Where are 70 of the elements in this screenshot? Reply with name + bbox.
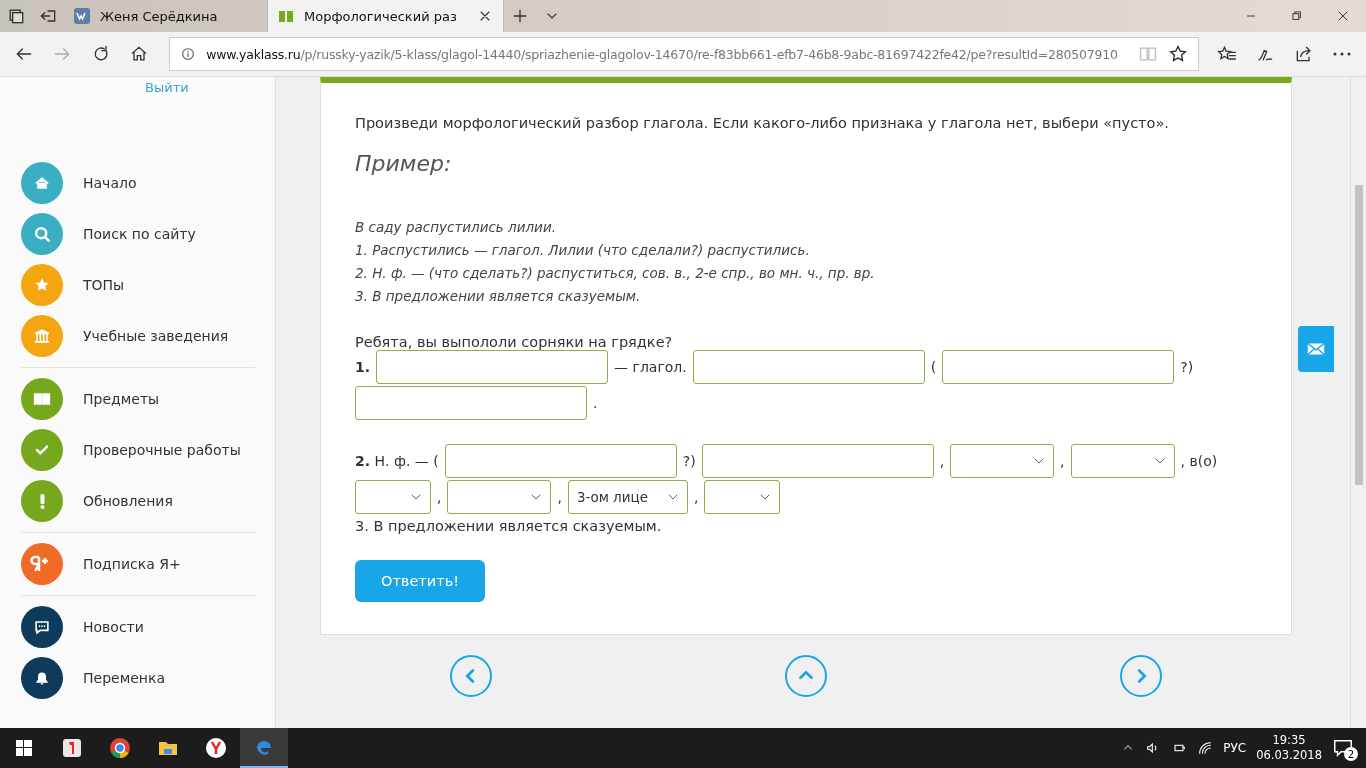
- answer-text: — глагол.: [614, 359, 687, 375]
- answer-text: , в(о): [1180, 453, 1218, 469]
- glyph: [32, 326, 52, 346]
- answer-text: 1.: [355, 359, 371, 375]
- address-bar[interactable]: www.yaklass.ru/p/russky-yazik/5-klass/glagol-14440/spriazhenie-glagolov-14670/re-f83bb661-efb7-46b8-9abc-81697422fe42/pe?resultId=280507910: [169, 37, 1199, 71]
- clock[interactable]: 19:35 06.03.2018: [1256, 733, 1322, 763]
- answer-dropdown[interactable]: [1070, 444, 1175, 478]
- more-icon: [1332, 52, 1351, 56]
- example-line: 1. Распустились — глагол. Лилии (что сделали?) распустились.: [355, 241, 811, 260]
- answer-text: ,: [693, 489, 699, 505]
- sidebar-item[interactable]: Учебные заведения: [21, 315, 255, 357]
- answer-text: (: [930, 359, 937, 375]
- sidebar-item[interactable]: ТОПы: [21, 264, 255, 306]
- next-button[interactable]: [1120, 655, 1162, 697]
- answer-sentence: 3. В предложении является сказуемым.: [355, 518, 663, 534]
- wifi-icon: [1197, 740, 1214, 756]
- answer-dropdown[interactable]: [355, 480, 431, 514]
- url-text: www.yaklass.ru/p/russky-yazik/5-klass/glagol-14440/spriazhenie-glagolov-14670/re-f83bb661-efb7-46b8-9abc-81697422fe42/pe?resultId=280507910: [206, 46, 1118, 62]
- previous-button[interactable]: [450, 655, 492, 697]
- sidebar-item[interactable]: Новости: [21, 606, 255, 648]
- sidebar-item[interactable]: Поиск по сайту: [21, 213, 255, 255]
- answer-field[interactable]: [701, 444, 934, 478]
- answer-field[interactable]: [355, 386, 587, 420]
- scrollbar[interactable]: [1350, 77, 1366, 728]
- answer-dropdown[interactable]: 3-ом лице: [567, 480, 688, 514]
- answer-field[interactable]: [376, 350, 609, 384]
- site-icon: [74, 8, 90, 24]
- answer-dropdown[interactable]: [704, 480, 781, 514]
- answer-text: ?): [1180, 359, 1194, 375]
- question-text: Ребята, вы выпололи сорняки на грядке?: [355, 334, 674, 350]
- answer-text: ,: [437, 489, 442, 505]
- sidebar-item[interactable]: Предметы: [21, 378, 255, 420]
- example-heading: Пример:: [355, 151, 453, 176]
- sidebar-item[interactable]: Подписка Я+: [21, 543, 255, 585]
- restore-icon: [1290, 9, 1304, 23]
- answer-text: ,: [557, 489, 562, 505]
- sidebar-item[interactable]: Проверочные работы: [21, 429, 255, 471]
- answer-field[interactable]: [444, 444, 677, 478]
- answer-text: .: [593, 395, 598, 411]
- answer-dropdown[interactable]: [950, 444, 1055, 478]
- answer-field[interactable]: [942, 350, 1175, 384]
- close-icon: [1336, 9, 1350, 23]
- glyph: [32, 224, 52, 244]
- info-icon: [180, 46, 197, 62]
- windows-icon: [6, 6, 26, 26]
- sidebar-item[interactable]: Обновления: [21, 480, 255, 522]
- browser-icon: [109, 737, 131, 759]
- message-icon: [1332, 737, 1354, 759]
- answer-text: ,: [1060, 453, 1065, 469]
- star-icon: [1167, 44, 1188, 64]
- browser-tab[interactable]: Морфологический раз: [268, 0, 504, 32]
- answer-text: 2. Н. ф. — (: [355, 453, 439, 469]
- sidebar-item[interactable]: Переменка: [21, 657, 255, 699]
- answer-text: ?): [682, 453, 696, 469]
- example-line: В саду распустились лилии.: [355, 218, 557, 237]
- language-indicator[interactable]: РУС: [1223, 741, 1247, 755]
- app-icon: [61, 737, 83, 759]
- mail-button[interactable]: [1298, 326, 1334, 372]
- browser-icon: [205, 737, 227, 759]
- answer-dropdown[interactable]: [447, 480, 552, 514]
- book-icon: [278, 8, 294, 24]
- notification-button[interactable]: 2: [1332, 737, 1356, 759]
- scroll-up-button[interactable]: [785, 655, 827, 697]
- answer-field[interactable]: [692, 350, 925, 384]
- instruction-text: Произведи морфологический разбор глагола. Если какого-либо признака у глагола нет, выбери «пусто».: [355, 115, 1170, 131]
- answer-text: ,: [939, 453, 945, 469]
- example-line: 2. Н. ф. — (что сделать?) распуститься, сов. в., 2-е спр., во мн. ч., пр. вр.: [355, 264, 876, 283]
- windows-logo-icon: [16, 740, 32, 756]
- example-line: 3. В предложении является сказуемым.: [355, 287, 642, 306]
- sidebar-item[interactable]: Начало: [21, 162, 255, 204]
